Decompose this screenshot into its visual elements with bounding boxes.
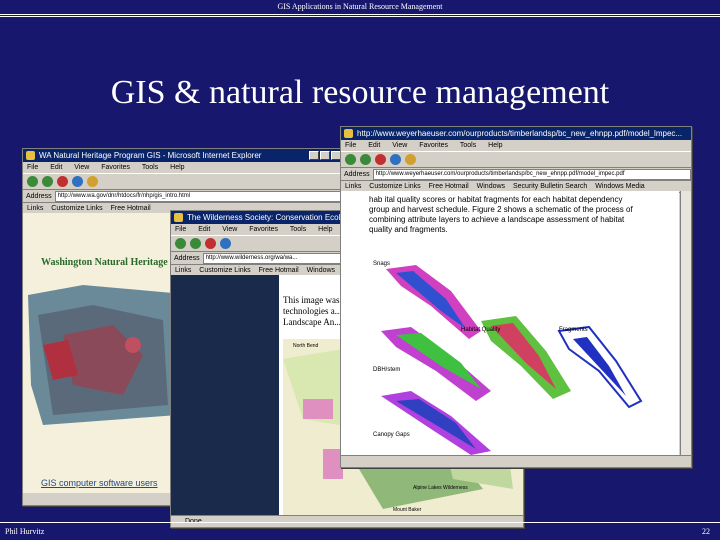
link-hotmail[interactable]: Free Hotmail [429,183,469,190]
link-windows[interactable]: Windows [477,183,505,190]
gis-software-link[interactable]: GIS computer software users [41,478,158,488]
map-label-north-bend: North Bend [293,343,319,349]
home-icon[interactable] [405,154,416,165]
menu-tools[interactable]: Tools [142,164,158,171]
minimize-button[interactable] [309,151,319,160]
forward-icon[interactable] [42,176,53,187]
menu-edit[interactable]: Edit [368,142,380,149]
pdf-paragraph: hab ital quality scores or habitat fragm… [369,195,633,234]
menu-favorites[interactable]: Favorites [249,226,278,233]
refresh-icon[interactable] [220,238,231,249]
slide-header: GIS Applications in Natural Resource Man… [277,2,443,11]
link-hotmail[interactable]: Free Hotmail [259,267,299,274]
ie-icon [26,151,35,160]
page-number: 22 [702,527,710,536]
window-controls [309,151,341,160]
figure-label-habitat-quality: Habitat Quality [461,327,500,333]
washington-map [28,285,178,425]
figure-label-fragments: Fragments [559,327,588,333]
scrollbar[interactable] [680,191,691,455]
browser-window-weyerhaeuser[interactable]: http://www.weyerhaeuser.com/ourproducts/… [340,126,692,468]
stop-icon[interactable] [375,154,386,165]
refresh-icon[interactable] [72,176,83,187]
forward-icon[interactable] [190,238,201,249]
figure-label-canopy-gaps: Canopy Gaps [373,432,410,438]
address-input[interactable]: http://www.wa.gov/dnr/htdocs/fr/nhp/gis_… [54,190,343,202]
window-titlebar[interactable]: WA Natural Heritage Program GIS - Micros… [23,149,343,162]
window-titlebar[interactable]: http://www.weyerhaeuser.com/ourproducts/… [341,127,691,140]
link-media[interactable]: Windows Media [595,183,644,190]
link-customize[interactable]: Customize Links [199,267,250,274]
menu-favorites[interactable]: Favorites [101,164,130,171]
forward-icon[interactable] [360,154,371,165]
menu-tools[interactable]: Tools [460,142,476,149]
left-nav-panel [171,275,279,515]
menu-help[interactable]: Help [170,164,184,171]
address-bar: Address http://www.weyerhaeuser.com/ourp… [341,168,691,181]
pdf-content: hab ital quality scores or habitat fragm… [341,191,679,455]
figure-label-snags: Snags [373,261,390,267]
menu-bar: File Edit View Favorites Tools Help [341,140,691,151]
status-bar [341,455,691,467]
status-bar: Done [171,515,523,527]
ie-icon [174,213,183,222]
menu-help[interactable]: Help [488,142,502,149]
menu-view[interactable]: View [222,226,237,233]
footer-divider [0,522,720,523]
menu-edit[interactable]: Edit [198,226,210,233]
menu-help[interactable]: Help [318,226,332,233]
stop-icon[interactable] [57,176,68,187]
refresh-icon[interactable] [390,154,401,165]
menu-bar: File Edit View Favorites Tools Help [23,162,343,173]
link-hotmail[interactable]: Free Hotmail [111,205,151,212]
figure-label-dbh: DBH/stem [373,367,400,373]
back-icon[interactable] [175,238,186,249]
map-label-mount: Mount Baker [393,507,422,513]
ie-icon [344,129,353,138]
address-bar: Address http://www.wa.gov/dnr/htdocs/fr/… [23,190,343,203]
back-icon[interactable] [27,176,38,187]
maximize-button[interactable] [320,151,330,160]
menu-edit[interactable]: Edit [50,164,62,171]
menu-favorites[interactable]: Favorites [419,142,448,149]
address-input[interactable]: http://www.weyerhaeuser.com/ourproducts/… [372,168,691,180]
link-windows[interactable]: Windows [307,267,335,274]
presenter-name: Phil Hurvitz [5,527,45,536]
menu-view[interactable]: View [392,142,407,149]
map-label-alpine: Alpine Lakes Wilderness [413,485,468,491]
stop-icon[interactable] [205,238,216,249]
header-divider [0,14,720,15]
toolbar [341,151,691,168]
habitat-figure: Snags Habitat Quality Fragments DBH/stem… [373,261,643,455]
slide-title: GIS & natural resource management [110,74,610,111]
back-icon[interactable] [345,154,356,165]
menu-file[interactable]: File [175,226,186,233]
menu-file[interactable]: File [27,164,38,171]
header-divider-2 [0,16,720,17]
menu-tools[interactable]: Tools [290,226,306,233]
link-customize[interactable]: Customize Links [369,183,420,190]
menu-view[interactable]: View [74,164,89,171]
menu-file[interactable]: File [345,142,356,149]
page-heading: Washington Natural Heritage [41,257,168,268]
home-icon[interactable] [87,176,98,187]
link-security[interactable]: Security Bulletin Search [513,183,587,190]
toolbar [23,173,343,190]
link-customize[interactable]: Customize Links [51,205,102,212]
